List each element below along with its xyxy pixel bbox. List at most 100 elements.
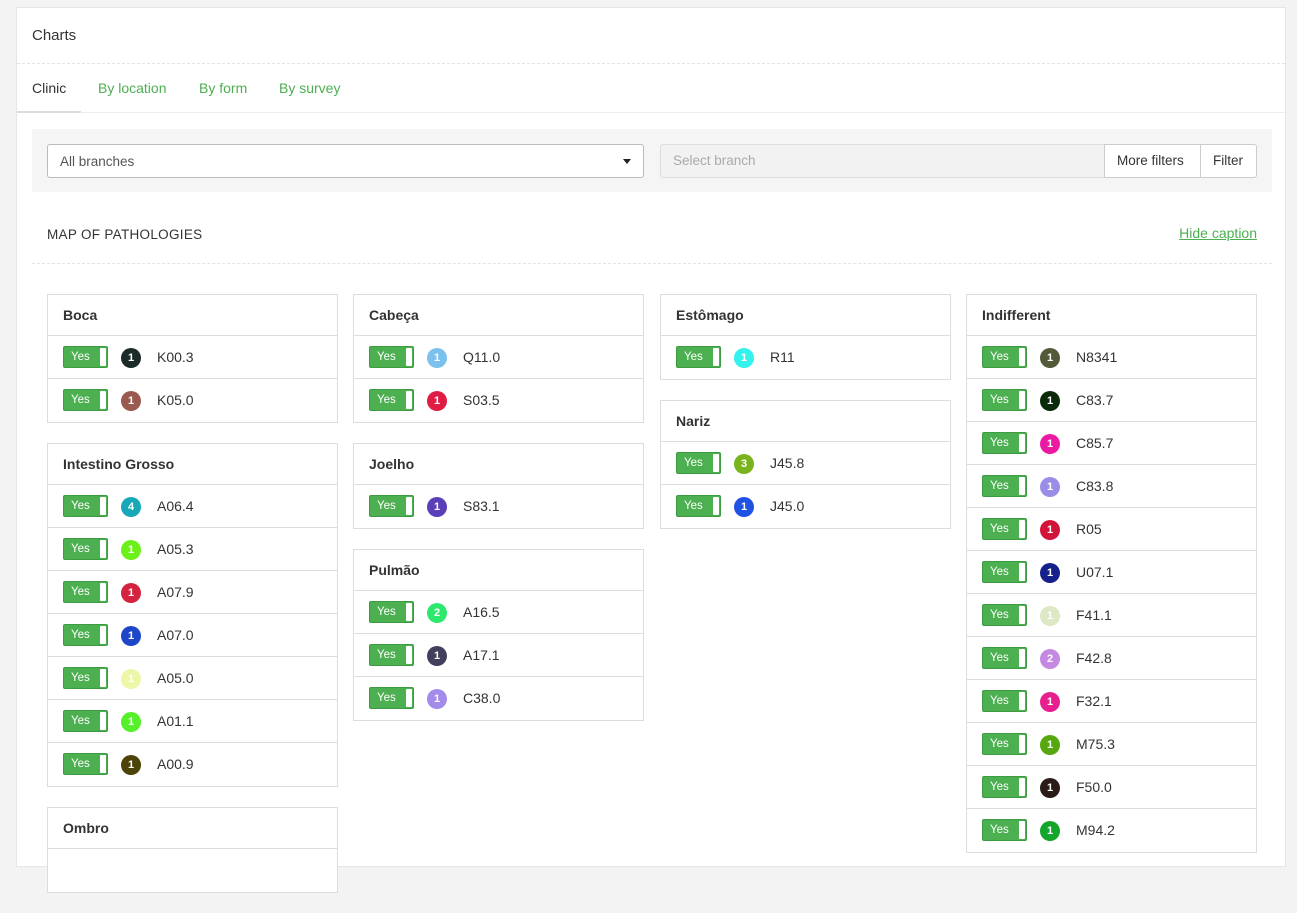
visibility-toggle[interactable]: Yes (63, 346, 108, 368)
visibility-toggle[interactable]: Yes (982, 346, 1027, 368)
visibility-toggle[interactable]: Yes (369, 601, 414, 623)
pathology-code: A06.4 (157, 498, 194, 514)
pathology-box: Joelho Yes 1 S83.1 (353, 443, 644, 529)
pathology-code: U07.1 (1076, 564, 1114, 580)
toggle-label: Yes (684, 351, 703, 363)
pathology-code: C85.7 (1076, 435, 1114, 451)
visibility-toggle[interactable]: Yes (369, 495, 414, 517)
toggle-label: Yes (71, 586, 90, 598)
visibility-toggle[interactable]: Yes (676, 346, 721, 368)
visibility-toggle[interactable]: Yes (982, 819, 1027, 841)
pathology-code: C83.8 (1076, 478, 1114, 494)
toggle-label: Yes (71, 715, 90, 727)
pathology-code: A07.0 (157, 627, 194, 643)
toggle-knob (100, 712, 106, 730)
pathology-code: J45.8 (770, 455, 805, 471)
pathology-code: A07.9 (157, 584, 194, 600)
pathology-code: S03.5 (463, 392, 500, 408)
visibility-toggle[interactable]: Yes (63, 389, 108, 411)
pathology-box-title: Joelho (354, 444, 643, 485)
visibility-toggle[interactable]: Yes (982, 432, 1027, 454)
toggle-label: Yes (990, 652, 1009, 664)
visibility-toggle[interactable]: Yes (63, 624, 108, 646)
hide-caption-link[interactable]: Hide caption (1179, 225, 1257, 241)
toggle-knob (406, 348, 412, 366)
visibility-toggle[interactable]: Yes (982, 647, 1027, 669)
visibility-toggle[interactable]: Yes (982, 475, 1027, 497)
visibility-toggle[interactable]: Yes (676, 495, 721, 517)
visibility-toggle[interactable]: Yes (982, 518, 1027, 540)
visibility-toggle[interactable]: Yes (982, 561, 1027, 583)
toggle-knob (100, 348, 106, 366)
pathology-box: Boca Yes 1 K00.3 Yes 1 K05.0 (47, 294, 338, 423)
pathology-row: Yes 1 C38.0 (354, 677, 643, 720)
visibility-toggle[interactable]: Yes (63, 667, 108, 689)
pathology-code: F42.8 (1076, 650, 1112, 666)
pathology-code: J45.0 (770, 498, 805, 514)
visibility-toggle[interactable]: Yes (982, 733, 1027, 755)
branch-select[interactable]: All branches (47, 144, 644, 178)
visibility-toggle[interactable]: Yes (982, 690, 1027, 712)
toggle-label: Yes (990, 351, 1009, 363)
toggle-knob (1019, 606, 1025, 624)
visibility-toggle[interactable]: Yes (63, 581, 108, 603)
toggle-label: Yes (990, 480, 1009, 492)
toggle-label: Yes (71, 672, 90, 684)
count-badge: 1 (427, 497, 447, 517)
pathology-code: N8341 (1076, 349, 1118, 365)
count-badge: 1 (121, 583, 141, 603)
toggle-knob (1019, 692, 1025, 710)
filter-button[interactable]: Filter (1200, 144, 1257, 178)
pathology-row: Yes 1 F50.0 (967, 766, 1256, 809)
pathology-code: A05.3 (157, 541, 194, 557)
toggle-knob (713, 454, 719, 472)
pathology-row: Yes 1 A07.9 (48, 571, 337, 614)
pathology-row: Yes 1 K05.0 (48, 379, 337, 422)
visibility-toggle[interactable]: Yes (676, 452, 721, 474)
pathology-code: C83.7 (1076, 392, 1114, 408)
pathology-box: Indifferent Yes 1 N8341 Yes 1 C83.7 Yes 1 C85.7 Ye… (966, 294, 1257, 853)
pathology-code: F41.1 (1076, 607, 1112, 623)
visibility-toggle[interactable]: Yes (982, 389, 1027, 411)
count-badge: 1 (427, 348, 447, 368)
visibility-toggle[interactable]: Yes (369, 389, 414, 411)
panel-title: Charts (17, 8, 1285, 64)
more-filters-button[interactable]: More filters (1104, 144, 1201, 178)
toggle-knob (100, 540, 106, 558)
visibility-toggle[interactable]: Yes (369, 644, 414, 666)
pathology-box: Ombro (47, 807, 338, 893)
pathology-box-title: Cabeça (354, 295, 643, 336)
tab-by-location[interactable]: By location (98, 80, 166, 96)
pathology-row: Yes 1 A05.3 (48, 528, 337, 571)
count-badge: 1 (1040, 348, 1060, 368)
pathology-box: Intestino Grosso Yes 4 A06.4 Yes 1 A05.3 Yes 1 A0… (47, 443, 338, 787)
column-1: Boca Yes 1 K00.3 Yes 1 K05.0 Intestino Grosso Ye… (47, 294, 338, 913)
count-badge: 1 (1040, 821, 1060, 841)
visibility-toggle[interactable]: Yes (982, 776, 1027, 798)
count-badge: 1 (427, 689, 447, 709)
visibility-toggle[interactable]: Yes (63, 538, 108, 560)
pathology-row: Yes 4 A06.4 (48, 485, 337, 528)
pathology-row: Yes 1 F32.1 (967, 680, 1256, 723)
visibility-toggle[interactable]: Yes (63, 710, 108, 732)
count-badge: 1 (1040, 606, 1060, 626)
branch-input[interactable]: Select branch (660, 144, 1105, 178)
tab-by-form[interactable]: By form (199, 80, 247, 96)
pathology-row: Yes 1 M75.3 (967, 723, 1256, 766)
tab-clinic[interactable]: Clinic (32, 80, 66, 96)
visibility-toggle[interactable]: Yes (63, 753, 108, 775)
tab-by-survey[interactable]: By survey (279, 80, 340, 96)
toggle-label: Yes (990, 781, 1009, 793)
pathology-row: Yes 2 A16.5 (354, 591, 643, 634)
pathology-box-title: Nariz (661, 401, 950, 442)
visibility-toggle[interactable]: Yes (982, 604, 1027, 626)
toggle-knob (100, 626, 106, 644)
visibility-toggle[interactable]: Yes (369, 346, 414, 368)
pathology-box-title: Ombro (48, 808, 337, 849)
pathology-row: Yes 1 J45.0 (661, 485, 950, 528)
visibility-toggle[interactable]: Yes (63, 495, 108, 517)
pathology-box: Estômago Yes 1 R11 (660, 294, 951, 380)
toggle-knob (713, 348, 719, 366)
visibility-toggle[interactable]: Yes (369, 687, 414, 709)
toggle-label: Yes (377, 351, 396, 363)
